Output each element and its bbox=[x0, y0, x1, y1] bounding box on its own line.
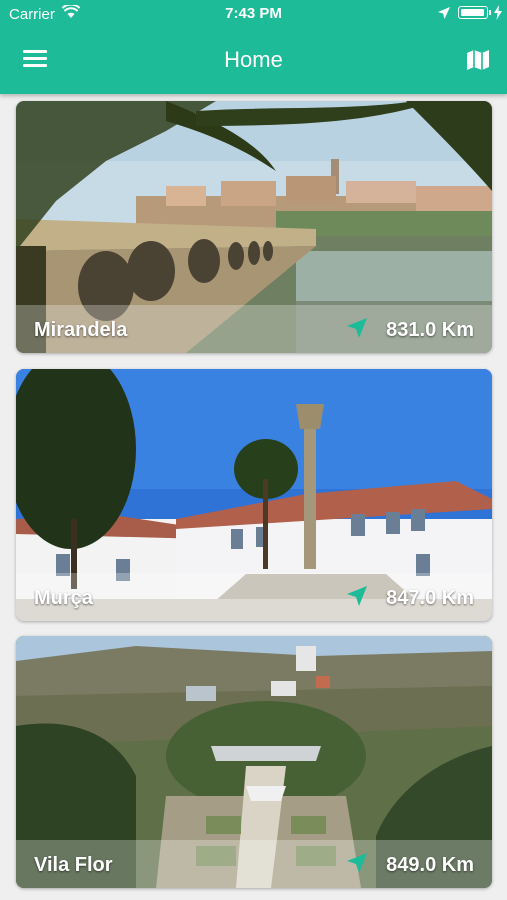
place-card-murca[interactable]: Murça 847.0 Km bbox=[16, 369, 492, 621]
battery-tip bbox=[489, 10, 491, 15]
status-bar: Carrier 7:43 PM bbox=[0, 0, 507, 28]
place-name: Mirandela bbox=[34, 319, 128, 341]
charging-bolt-icon bbox=[494, 5, 502, 20]
app-header: Carrier 7:43 PM Home bbox=[0, 0, 507, 94]
page-title: Home bbox=[224, 47, 283, 72]
location-arrow-icon bbox=[438, 7, 450, 19]
navigation-arrow-icon bbox=[347, 853, 367, 873]
navigation-arrow-icon bbox=[347, 586, 367, 606]
place-card-vila-flor[interactable]: Vila Flor 849.0 Km bbox=[16, 636, 492, 888]
status-time: 7:43 PM bbox=[225, 5, 282, 22]
place-distance: 849.0 Km bbox=[386, 854, 474, 876]
place-name: Vila Flor bbox=[34, 854, 113, 876]
battery-icon bbox=[458, 6, 488, 19]
map-icon[interactable] bbox=[466, 49, 490, 71]
place-distance: 831.0 Km bbox=[386, 319, 474, 341]
place-distance: 847.0 Km bbox=[386, 587, 474, 609]
place-name: Murça bbox=[34, 587, 93, 609]
navigation-arrow-icon bbox=[347, 318, 367, 338]
place-card-mirandela[interactable]: Mirandela 831.0 Km bbox=[16, 101, 492, 353]
